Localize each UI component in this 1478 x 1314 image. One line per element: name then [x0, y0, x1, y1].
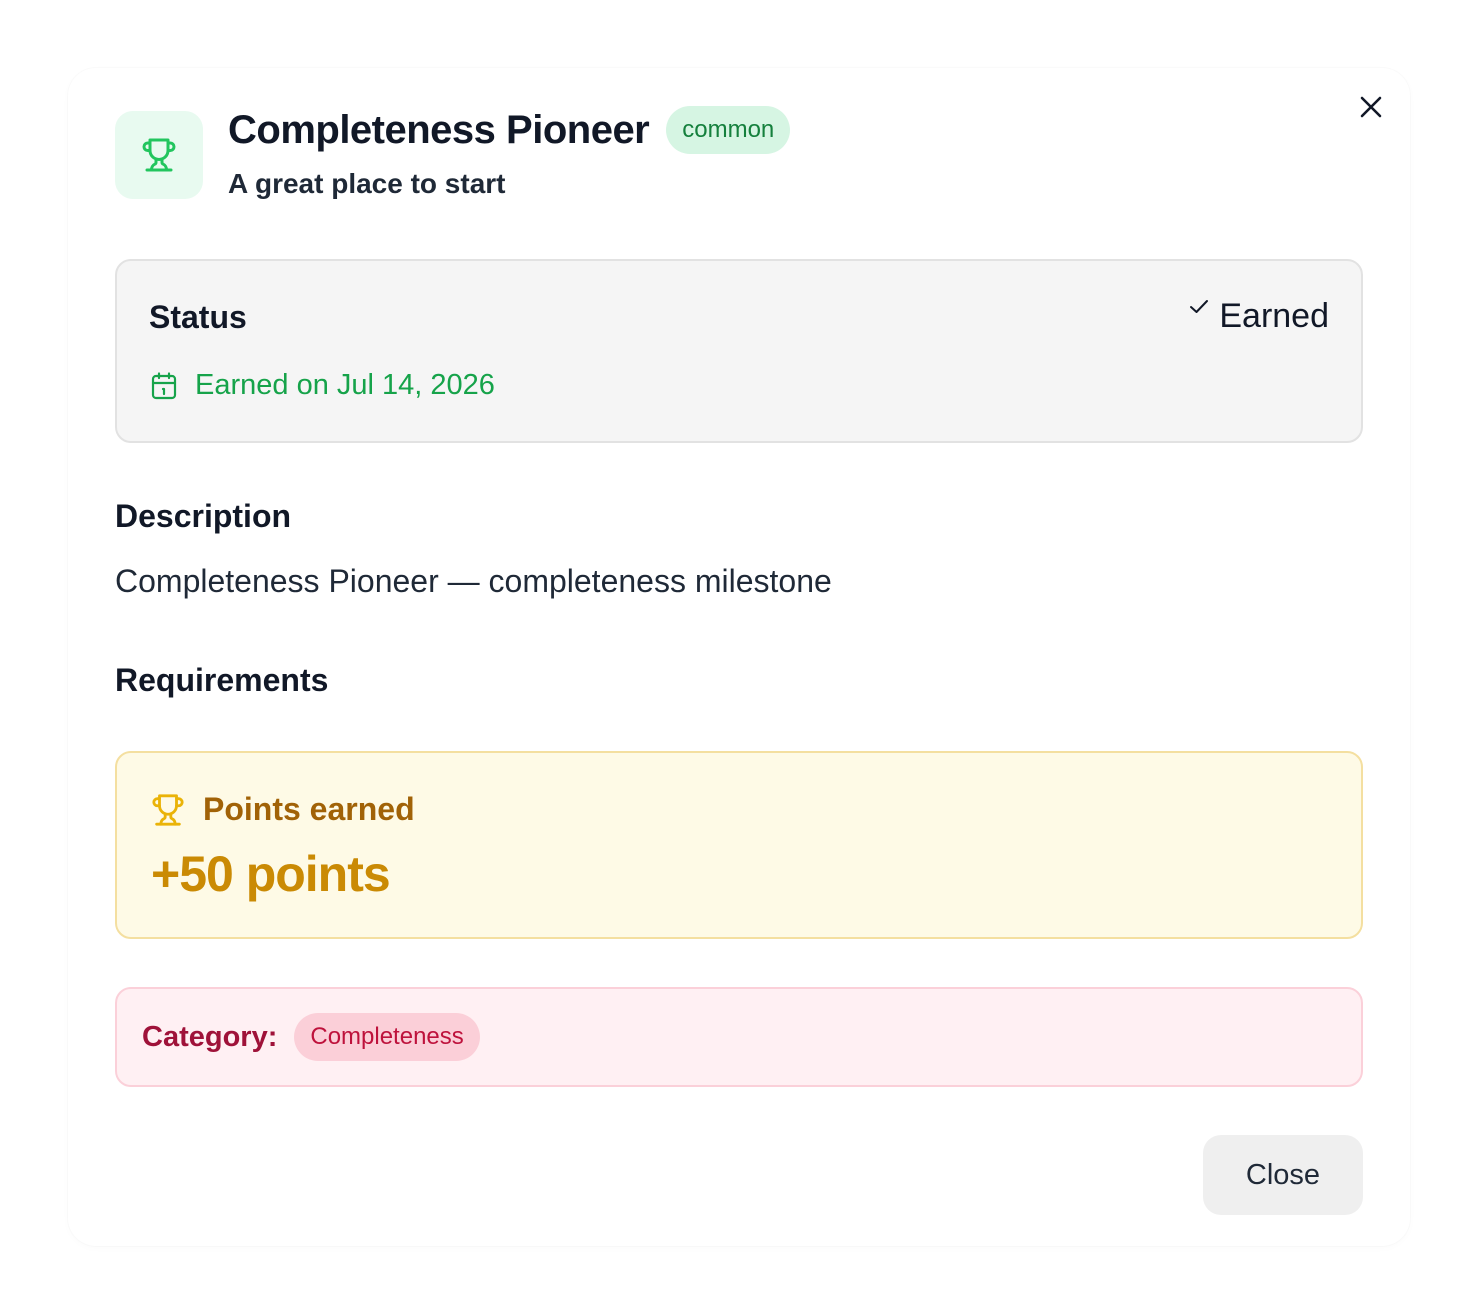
- status-value-text: Earned: [1219, 297, 1329, 335]
- requirements-heading: Requirements: [115, 662, 329, 698]
- achievement-dialog: Completeness Pioneer common A great plac…: [68, 68, 1410, 1246]
- achievement-title: Completeness Pioneer: [228, 107, 650, 152]
- category-card: Category: Completeness: [115, 987, 1363, 1087]
- status-label: Status: [149, 299, 247, 335]
- achievement-icon-tile: [115, 111, 203, 199]
- close-button[interactable]: Close: [1203, 1135, 1363, 1215]
- points-value: +50 points: [151, 846, 391, 902]
- category-label: Category:: [142, 1020, 278, 1053]
- title-row: Completeness Pioneer common: [228, 105, 791, 155]
- description-text: Completeness Pioneer — completeness mile…: [115, 563, 832, 599]
- points-card: Points earned +50 points: [115, 751, 1363, 939]
- calendar-icon: [151, 371, 177, 399]
- header-text: Completeness Pioneer common A great plac…: [228, 105, 791, 200]
- description-heading: Description: [115, 498, 292, 534]
- achievement-subtitle: A great place to start: [228, 168, 506, 199]
- trophy-icon: [142, 138, 176, 172]
- category-badge: Completeness: [294, 1013, 480, 1061]
- status-value: Earned: [1189, 297, 1329, 336]
- close-icon: [1360, 96, 1382, 118]
- trophy-icon: [152, 793, 184, 826]
- points-header: Points earned: [151, 791, 415, 828]
- points-label: Points earned: [203, 791, 415, 827]
- earned-date-row: Earned on Jul 14, 2026: [151, 369, 495, 402]
- status-card: Status Earned Earned on Jul 14, 2026: [115, 259, 1363, 443]
- close-dialog-button[interactable]: [1358, 94, 1384, 120]
- check-icon: [1190, 300, 1209, 313]
- earned-date: Earned on Jul 14, 2026: [195, 369, 495, 401]
- dialog-header: Completeness Pioneer common A great plac…: [115, 105, 791, 200]
- rarity-badge: common: [666, 106, 791, 154]
